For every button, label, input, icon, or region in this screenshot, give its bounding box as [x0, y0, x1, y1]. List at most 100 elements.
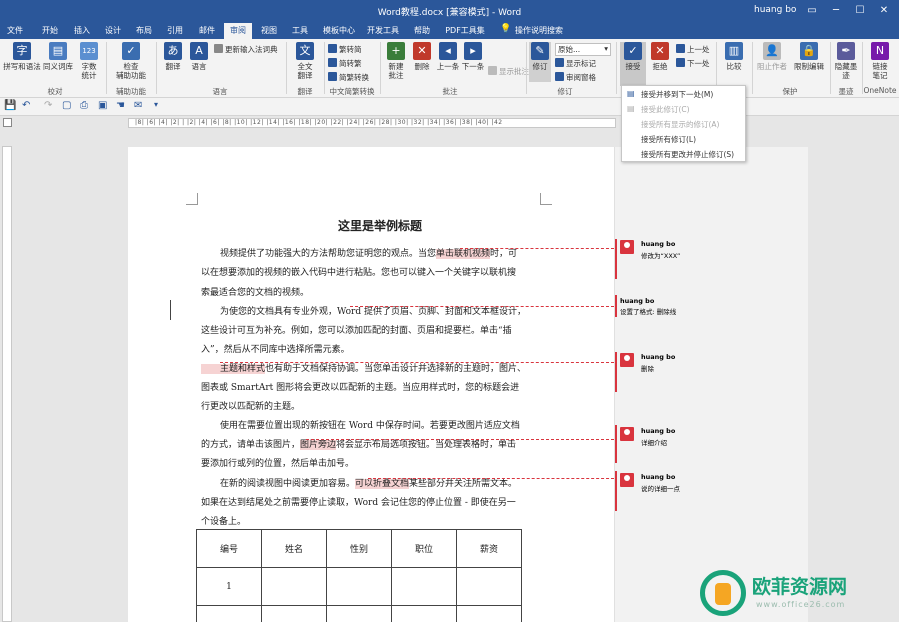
tell-me-search[interactable]: 操作说明搜索: [514, 23, 564, 39]
thesaurus-button[interactable]: ▤ 同义词库: [42, 42, 74, 71]
track-changes-button[interactable]: ✎ 修订: [529, 42, 551, 82]
table-cell[interactable]: [326, 605, 392, 622]
spelling-grammar-button[interactable]: 字 拼写和语法: [3, 42, 41, 71]
comment-balloon[interactable]: huang bo 说的详细一点: [641, 473, 680, 493]
text-line[interactable]: 这些设计可互为补充。例如，您可以添加匹配的封面、页眉和提要栏。单击“插: [201, 323, 512, 336]
table-header-cell[interactable]: 性别: [326, 529, 392, 568]
delete-comment-button[interactable]: ✕ 删除: [410, 42, 434, 71]
print-preview-icon[interactable]: ⎙: [80, 100, 88, 111]
tab-tools[interactable]: 工具: [289, 23, 311, 39]
comment-balloon[interactable]: huang bo 删除: [641, 353, 675, 373]
tab-view[interactable]: 视图: [258, 23, 280, 39]
text-line[interactable]: 入”，然后从不同库中选择所需元素。: [201, 342, 350, 355]
markup-view-select[interactable]: 原始... ▾: [555, 43, 611, 56]
show-comments-button[interactable]: 显示批注: [488, 66, 529, 77]
update-ime-dictionary-button[interactable]: 更新输入法词典: [214, 44, 278, 55]
table-cell[interactable]: [391, 605, 457, 622]
simp-trad-convert-button[interactable]: 简繁转换: [328, 72, 369, 83]
comment-balloon[interactable]: huang bo 设置了格式: 删除线: [620, 297, 676, 316]
next-change-button[interactable]: 下一处: [676, 58, 710, 69]
comment-balloon[interactable]: huang bo 修改为“XXX”: [641, 240, 680, 260]
reject-button[interactable]: ✕ 拒绝: [648, 42, 672, 71]
tab-developer[interactable]: 开发工具: [366, 23, 400, 39]
vertical-ruler[interactable]: [2, 146, 12, 622]
accept-button[interactable]: ✓ 接受: [620, 42, 646, 86]
text-line[interactable]: 索最适合您的文档的视频。: [201, 285, 309, 298]
comment-balloon[interactable]: huang bo 详细介绍: [641, 427, 675, 447]
linked-notes-button[interactable]: N 链接 笔记: [866, 42, 894, 80]
table-cell[interactable]: 1: [196, 567, 262, 606]
table-cell[interactable]: [326, 567, 392, 606]
table-header-cell[interactable]: 编号: [196, 529, 262, 568]
text-line[interactable]: 如果在达到结尾处之前需要停止读取，Word 会记住您的停止位置 - 即使在另一: [201, 495, 516, 508]
menu-item-accept-this-change[interactable]: 接受此修订(C): [641, 104, 690, 115]
text-line[interactable]: 图表或 SmartArt 图形将会更改以匹配新的主题。当应用样式时，您的标题会进: [201, 380, 519, 393]
next-comment-button[interactable]: ▸ 下一条: [461, 42, 485, 71]
menu-item-accept-all-and-stop[interactable]: 接受所有更改并停止修订(S): [641, 149, 734, 160]
document-title[interactable]: 这里是举例标题: [338, 217, 422, 234]
table-cell[interactable]: [391, 567, 457, 606]
tab-file[interactable]: 文件: [4, 23, 26, 39]
full-text-translate-button[interactable]: 文 全文 翻译: [290, 42, 320, 80]
new-document-icon[interactable]: ▢: [62, 100, 71, 111]
restrict-editing-button[interactable]: 🔒 限制编辑: [791, 42, 827, 71]
translate-button[interactable]: あ 翻译: [160, 42, 186, 71]
table-header-cell[interactable]: 职位: [391, 529, 457, 568]
text-line[interactable]: 行更改以匹配新的主题。: [201, 399, 300, 412]
tab-help[interactable]: 帮助: [411, 23, 433, 39]
check-accessibility-button[interactable]: ✓ 检查 辅助功能: [110, 42, 152, 80]
text-line[interactable]: 以在想要添加的视频的嵌入代码中进行粘贴。您也可以键入一个关键字以联机搜: [201, 265, 516, 278]
table-header-cell[interactable]: 薪资: [456, 529, 522, 568]
word-count-button[interactable]: 123 字数 统计: [76, 42, 102, 80]
ink-icon: ✒: [837, 42, 855, 60]
table-cell[interactable]: [261, 605, 327, 622]
tab-design[interactable]: 设计: [102, 23, 124, 39]
close-button[interactable]: ✕: [872, 0, 896, 22]
text-line[interactable]: 使用在需要位置出现的新按钮在 Word 中保存时间。若要更改图片适应文档: [220, 418, 520, 431]
tab-template-center[interactable]: 模板中心: [320, 23, 358, 39]
compare-button[interactable]: ▥ 比较: [720, 42, 748, 71]
table-cell[interactable]: [456, 567, 522, 606]
review-pane-button[interactable]: 审阅窗格: [555, 72, 596, 83]
hide-ink-button[interactable]: ✒ 隐藏墨 迹: [832, 42, 860, 80]
table-cell[interactable]: [196, 605, 262, 622]
horizontal-ruler[interactable]: |8| |6| |4| |2| | |2| |4| |6| |8| |10| |…: [0, 116, 899, 130]
tab-selector-icon[interactable]: [3, 118, 12, 127]
menu-item-accept-and-move-next[interactable]: 接受并移到下一处(M): [641, 89, 713, 100]
table-header-cell[interactable]: 姓名: [261, 529, 327, 568]
touch-mode-icon[interactable]: ☚: [116, 100, 125, 111]
simp-to-trad-button[interactable]: 简转繁: [328, 58, 362, 69]
table-cell[interactable]: [456, 605, 522, 622]
menu-item-accept-all[interactable]: 接受所有修订(L): [641, 134, 696, 145]
customize-qat-icon[interactable]: ▾: [154, 100, 158, 109]
tab-insert[interactable]: 插入: [71, 23, 93, 39]
save-icon[interactable]: 💾: [4, 100, 16, 111]
tab-home[interactable]: 开始: [39, 23, 61, 39]
undo-icon[interactable]: ↶: [22, 100, 30, 111]
text-line[interactable]: 个设备上。: [201, 514, 246, 527]
maximize-button[interactable]: ☐: [848, 0, 872, 22]
show-markup-button[interactable]: 显示标记: [555, 58, 596, 69]
tab-review[interactable]: 审阅: [224, 23, 252, 39]
open-icon[interactable]: ▣: [98, 100, 107, 111]
menu-item-accept-all-shown[interactable]: 接受所有显示的修订(A): [641, 119, 719, 130]
tab-pdf-tools[interactable]: PDF工具集: [444, 23, 486, 39]
account-name[interactable]: huang bo: [754, 5, 796, 15]
block-authors-button[interactable]: 👤 阻止作者: [755, 42, 789, 71]
tab-layout[interactable]: 布局: [133, 23, 155, 39]
table-cell[interactable]: [261, 567, 327, 606]
tab-mailings[interactable]: 邮件: [196, 23, 218, 39]
new-comment-button[interactable]: + 新建 批注: [384, 42, 408, 80]
email-icon[interactable]: ✉: [134, 100, 142, 111]
document-table[interactable]: 编号 姓名 性别 职位 薪资 1: [196, 529, 522, 622]
previous-change-button[interactable]: 上一处: [676, 44, 710, 55]
tab-references[interactable]: 引用: [164, 23, 186, 39]
text-line[interactable]: 要添加行或列的位置，然后单击加号。: [201, 456, 354, 469]
language-button[interactable]: A 语言: [188, 42, 210, 71]
ribbon-display-button[interactable]: ▭: [800, 0, 824, 22]
minimize-button[interactable]: ─: [824, 0, 848, 22]
watermark: 欧菲资源网 www.office26.com: [700, 570, 899, 622]
previous-comment-button[interactable]: ◂ 上一条: [436, 42, 460, 71]
trad-to-simp-button[interactable]: 繁转简: [328, 44, 362, 55]
redo-icon[interactable]: ↷: [44, 100, 52, 111]
